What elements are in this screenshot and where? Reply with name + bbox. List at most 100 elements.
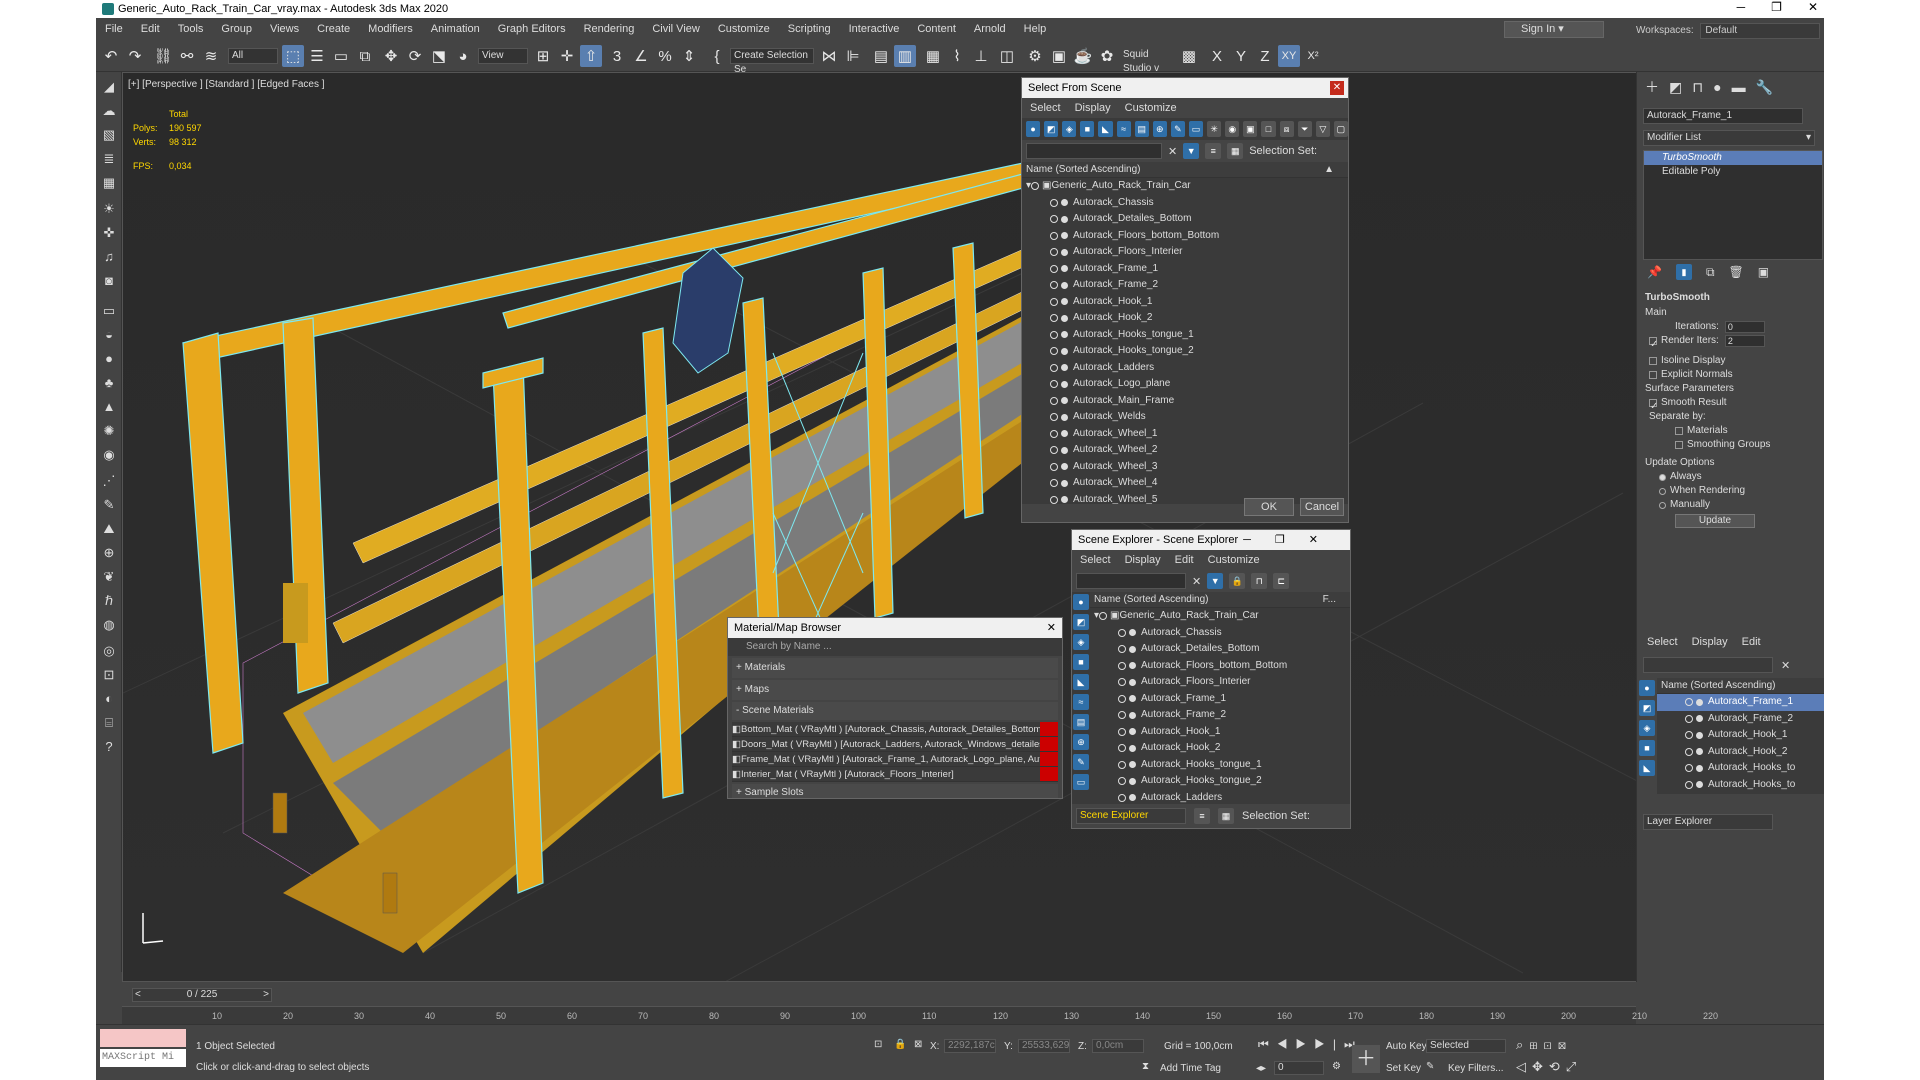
scene-explorer-menu-select[interactable]: Select [1080,554,1111,566]
scene-materials-section[interactable]: - Scene Materials [732,702,1058,720]
configure-sets-icon[interactable]: ▣ [1758,265,1769,279]
utilities-tab-icon[interactable]: 🔧 [1756,79,1773,96]
tree-item[interactable]: Autorack_Wheel_4 [1022,475,1348,492]
reference-coordinate-dropdown[interactable]: View [478,48,528,64]
select-from-scene-menu-display[interactable]: Display [1075,102,1111,114]
minimize-icon[interactable]: ─ [1737,0,1746,14]
tree-item[interactable]: Autorack_Logo_plane [1022,376,1348,393]
snaps-toggle-icon[interactable]: 3 [606,45,628,67]
menu-interactive[interactable]: Interactive [840,23,909,35]
current-frame-field[interactable]: 0 [1274,1061,1324,1075]
tree-item[interactable]: Autorack_Wheel_1 [1022,426,1348,443]
geometry-filter-icon[interactable]: ● [1026,121,1041,137]
menu-modifiers[interactable]: Modifiers [359,23,422,35]
menu-scripting[interactable]: Scripting [779,23,840,35]
chevron-left-icon[interactable]: < [135,989,141,1001]
funnel-icon[interactable]: ⏷ [1297,121,1312,137]
rotate-icon[interactable]: ⟳ [404,45,426,67]
align-icon[interactable]: ⊫ [842,45,864,67]
squid-studio-label[interactable]: Squid Studio v [1120,48,1176,74]
visibility-eye-icon[interactable] [1050,347,1058,356]
tree-item[interactable]: Autorack_Hooks_tongue_1 [1022,327,1348,344]
visibility-eye-icon[interactable] [1050,198,1058,207]
redo-icon[interactable]: ↷ [124,45,146,67]
tree-item[interactable]: Autorack_Wheel_3 [1022,459,1348,476]
restore-icon[interactable]: ❐ [1771,0,1782,14]
visibility-eye-icon[interactable] [1050,479,1058,488]
percent-snap-icon[interactable]: % [654,45,676,67]
render-iters-spinner[interactable]: 2 [1724,335,1765,347]
layer-item[interactable]: Autorack_Hook_2 [1657,744,1824,761]
visibility-eye-icon[interactable] [1685,747,1693,756]
visibility-eye-icon[interactable] [1050,330,1058,339]
visibility-eye-icon[interactable] [1118,628,1126,637]
visibility-eye-icon[interactable] [1685,764,1693,773]
mirror-icon[interactable]: ⋈ [818,45,840,67]
column-header[interactable]: Name (Sorted Ascending) ▲ [1022,162,1348,178]
tree-item[interactable]: Autorack_Floors_bottom_Bottom [1022,228,1348,245]
bind-space-warp-icon[interactable]: ≋ [200,45,222,67]
show-end-result-icon[interactable]: ▮ [1675,264,1692,280]
layer-explorer-dropdown[interactable]: Layer Explorer [1643,814,1773,830]
render-iters-checkbox[interactable]: ✓ [1649,337,1658,350]
help-icon[interactable]: ? [99,738,119,756]
visibility-eye-icon[interactable] [1050,380,1058,389]
material-row[interactable]: ◧ Frame_Mat ( VRayMtl ) [Autorack_Frame_… [732,752,1058,767]
material-row[interactable]: ◧ Bottom_Mat ( VRayMtl ) [Autorack_Chass… [732,722,1058,737]
shapes-filter-icon[interactable]: ◩ [1044,121,1059,137]
always-radio[interactable] [1659,473,1666,481]
keyboard-shortcut-override-icon[interactable]: ⇧ [580,45,602,67]
selection-set-icon[interactable]: ▦ [1227,143,1244,159]
manually-radio[interactable] [1659,501,1666,509]
menu-tools[interactable]: Tools [169,23,213,35]
helpers-filter-icon[interactable]: ◣ [1639,760,1655,776]
display-none-icon[interactable]: □ [1261,121,1276,137]
tree-item[interactable]: Autorack_Floors_bottom_Bottom [1090,658,1350,675]
scene-explorer-icon[interactable]: ▤ [870,45,892,67]
scene-explorer-column-header[interactable]: Name (Sorted Ascending) F... [1090,592,1350,608]
editable-poly-stack-item[interactable]: Editable Poly [1644,165,1822,179]
tree-item[interactable]: Autorack_Detailes_Bottom [1022,211,1348,228]
layer-item[interactable]: Autorack_Hooks_to [1657,777,1824,794]
menu-civil-view[interactable]: Civil View [643,23,708,35]
motion-tab-icon[interactable]: ● [1713,79,1721,95]
visibility-eye-icon[interactable] [1050,231,1058,240]
clear-search-icon[interactable]: ✕ [1192,575,1201,588]
xrefs-filter-icon[interactable]: ⊕ [1152,121,1167,137]
when-rendering-radio[interactable] [1659,487,1666,495]
groups-filter-icon[interactable]: ▤ [1073,714,1089,730]
render-production-icon[interactable]: ☕ [1072,45,1094,67]
layer-explorer-menu-display[interactable]: Display [1692,636,1728,648]
menu-content[interactable]: Content [908,23,965,35]
geometry-filter-icon[interactable]: ● [1073,594,1089,610]
containers-filter-icon[interactable]: ▭ [1073,774,1089,790]
sample-slots-section[interactable]: + Sample Slots [732,784,1058,798]
axis-y-button[interactable]: Y [1230,45,1252,67]
pivot-center-icon[interactable]: ⊞ [532,45,554,67]
tree-item[interactable]: Autorack_Chassis [1090,625,1350,642]
schematic-view-icon[interactable]: ⊥ [970,45,992,67]
grid-view-icon[interactable]: ▦ [99,174,119,192]
shapes-filter-icon[interactable]: ◩ [1073,614,1089,630]
scene-explorer-menu-edit[interactable]: Edit [1175,554,1194,566]
clear-search-icon[interactable]: ✕ [1168,145,1177,158]
key-mode-icon[interactable]: ◂▸ [1256,1063,1266,1074]
visibility-eye-icon[interactable] [1050,297,1058,306]
named-selection-dropdown[interactable]: Create Selection Se [730,48,814,75]
grid-icon[interactable]: ▩ [1178,45,1200,67]
perspective-viewport[interactable]: [+] [Perspective ] [Standard ] [Edged Fa… [122,72,1736,982]
layer-item[interactable]: Autorack_Hooks_to [1657,760,1824,777]
menu-group[interactable]: Group [212,23,261,35]
scale-icon[interactable]: ⬔ [428,45,450,67]
search-input[interactable] [1026,143,1162,159]
scene-explorer-window-controls[interactable]: ─❐✕ [1243,530,1342,550]
visibility-eye-icon[interactable] [1118,678,1126,687]
dome-icon[interactable]: ◒ [99,326,119,344]
funnel-filter-icon[interactable]: ▼ [1183,143,1200,159]
modify-tab-icon[interactable]: ◩ [1669,79,1682,96]
menu-views[interactable]: Views [261,23,308,35]
material-row[interactable]: ◧ Interier_Mat ( VRayMtl ) [Autorack_Flo… [732,767,1058,782]
visibility-eye-icon[interactable] [1118,727,1126,736]
selection-filter-dropdown[interactable]: All [228,48,278,64]
select-manipulate-icon[interactable]: ✛ [556,45,578,67]
